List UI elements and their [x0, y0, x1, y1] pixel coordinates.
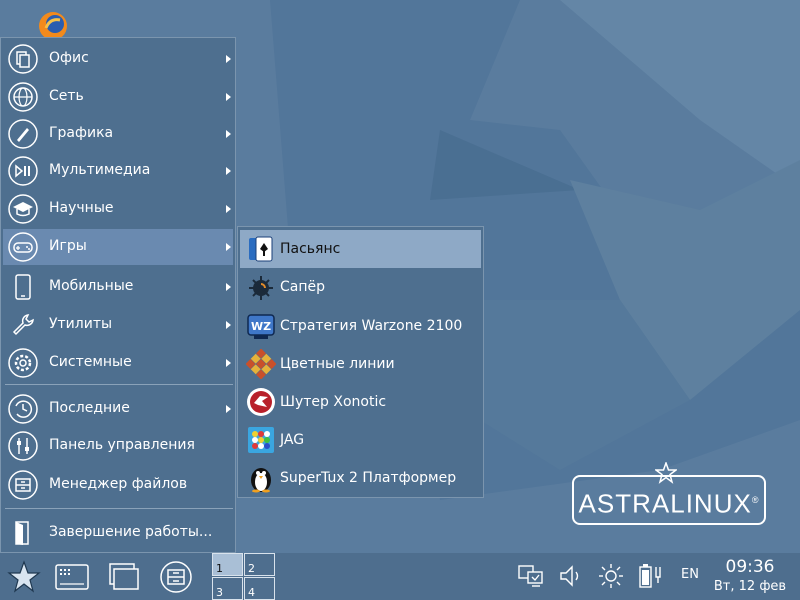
- submenu-arrow-icon: [226, 55, 231, 63]
- desktop-pager: 1 2 3 4: [212, 553, 276, 600]
- menu-item-label: Офис: [49, 50, 89, 66]
- games-submenu: Пасьянс Сапёр WZ Стратегия Warzone 2100 …: [237, 226, 484, 498]
- submenu-item-warzone[interactable]: WZ Стратегия Warzone 2100: [240, 307, 481, 345]
- clock-time[interactable]: 09:36: [712, 557, 788, 577]
- submenu-item-solitaire[interactable]: Пасьянс: [240, 230, 481, 268]
- submenu-item-minesweeper[interactable]: Сапёр: [240, 268, 481, 306]
- submenu-arrow-icon: [226, 321, 231, 329]
- menu-item-mobile[interactable]: Мобильные: [3, 269, 233, 305]
- menu-item-label: Системные: [49, 354, 132, 370]
- taskbar: 1 2 3 4: [0, 553, 800, 600]
- tablet-icon: [15, 274, 31, 300]
- logo-registered-mark: ®: [751, 495, 760, 505]
- menu-item-label: Завершение работы...: [49, 524, 213, 540]
- submenu-arrow-icon: [226, 167, 231, 175]
- menu-item-games[interactable]: Игры: [3, 229, 233, 265]
- gear-icon: [8, 348, 38, 378]
- battery-icon[interactable]: [636, 561, 666, 591]
- submenu-item-label: Сапёр: [280, 279, 326, 295]
- xonotic-icon: [247, 388, 275, 416]
- svg-text:WZ: WZ: [251, 320, 271, 333]
- globe-icon: [8, 82, 38, 112]
- astralinux-logo: ASTRALINUX®: [572, 475, 766, 525]
- file-cabinet-icon[interactable]: [156, 557, 196, 597]
- brightness-icon[interactable]: [596, 561, 626, 591]
- menu-item-graphics[interactable]: Графика: [3, 116, 233, 152]
- volume-icon[interactable]: [556, 561, 586, 591]
- menu-item-control-panel[interactable]: Панель управления: [3, 428, 233, 464]
- firefox-icon[interactable]: [30, 6, 76, 40]
- menu-item-utilities[interactable]: Утилиты: [3, 307, 233, 343]
- menu-item-office[interactable]: Офис: [3, 41, 233, 77]
- wrench-icon: [12, 314, 34, 336]
- submenu-arrow-icon: [226, 405, 231, 413]
- submenu-arrow-icon: [226, 359, 231, 367]
- desktop-3[interactable]: 3: [212, 577, 243, 600]
- penguin-icon: [251, 468, 271, 493]
- menu-item-shutdown[interactable]: Завершение работы...: [3, 515, 233, 551]
- submenu-item-jag[interactable]: JAG: [240, 421, 481, 459]
- submenu-item-label: Стратегия Warzone 2100: [280, 318, 463, 334]
- clock-date[interactable]: Вт, 12 фев: [712, 579, 788, 594]
- history-icon: [8, 394, 38, 424]
- menu-item-label: Мультимедиа: [49, 162, 151, 178]
- menu-item-label: Игры: [49, 238, 87, 254]
- windows-icon[interactable]: [104, 557, 144, 597]
- menu-item-recent[interactable]: Последние: [3, 391, 233, 427]
- menu-item-label: Научные: [49, 200, 114, 216]
- submenu-item-label: JAG: [280, 432, 305, 448]
- gamepad-icon: [8, 232, 38, 262]
- submenu-item-label: SuperTux 2 Платформер: [280, 470, 457, 486]
- submenu-item-xonotic[interactable]: Шутер Xonotic: [240, 383, 481, 421]
- menu-item-label: Панель управления: [49, 437, 195, 453]
- submenu-item-label: Цветные линии: [280, 356, 395, 372]
- menu-item-label: Сеть: [49, 88, 84, 104]
- desktop-4[interactable]: 4: [244, 577, 275, 600]
- submenu-arrow-icon: [226, 243, 231, 251]
- color-lines-icon: [246, 349, 276, 379]
- submenu-item-color-lines[interactable]: Цветные линии: [240, 345, 481, 383]
- menu-item-label: Менеджер файлов: [49, 476, 188, 492]
- submenu-arrow-icon: [226, 205, 231, 213]
- star-start-icon[interactable]: [6, 557, 42, 597]
- menu-separator: [5, 384, 233, 385]
- jag-icon: [248, 427, 274, 453]
- menu-item-file-manager[interactable]: Менеджер файлов: [3, 467, 233, 503]
- menu-separator: [5, 508, 233, 509]
- desktop-2[interactable]: 2: [244, 553, 275, 576]
- submenu-item-supertux[interactable]: SuperTux 2 Платформер: [240, 459, 481, 497]
- submenu-item-label: Шутер Xonotic: [280, 394, 387, 410]
- graduation-cap-icon: [8, 194, 38, 224]
- app-grid-icon[interactable]: [52, 557, 92, 597]
- menu-item-science[interactable]: Научные: [3, 191, 233, 227]
- submenu-arrow-icon: [226, 93, 231, 101]
- menu-item-label: Последние: [49, 400, 130, 416]
- main-menu: Офис Сеть Графика Мультимедиа Научные Иг…: [0, 37, 236, 553]
- file-manager-icon: [8, 470, 38, 500]
- menu-item-label: Мобильные: [49, 278, 134, 294]
- menu-item-label: Утилиты: [49, 316, 113, 332]
- exit-door-icon: [15, 521, 29, 545]
- menu-item-system[interactable]: Системные: [3, 345, 233, 381]
- logo-text: ASTRALINUX: [578, 488, 752, 519]
- office-icon: [8, 44, 38, 74]
- submenu-item-label: Пасьянс: [280, 241, 341, 257]
- submenu-arrow-icon: [226, 283, 231, 291]
- solitaire-cards-icon: [249, 236, 273, 262]
- keyboard-layout-indicator[interactable]: EN: [681, 567, 699, 582]
- mine-icon: [249, 276, 273, 300]
- menu-item-label: Графика: [49, 125, 114, 141]
- menu-item-network[interactable]: Сеть: [3, 79, 233, 115]
- media-play-icon: [8, 156, 38, 186]
- submenu-arrow-icon: [226, 130, 231, 138]
- brush-icon: [8, 119, 38, 149]
- menu-item-multimedia[interactable]: Мультимедиа: [3, 153, 233, 189]
- network-monitor-icon[interactable]: [516, 561, 546, 591]
- warzone-icon: WZ: [247, 314, 275, 339]
- desktop-1[interactable]: 1: [212, 553, 243, 576]
- control-panel-icon: [8, 431, 38, 461]
